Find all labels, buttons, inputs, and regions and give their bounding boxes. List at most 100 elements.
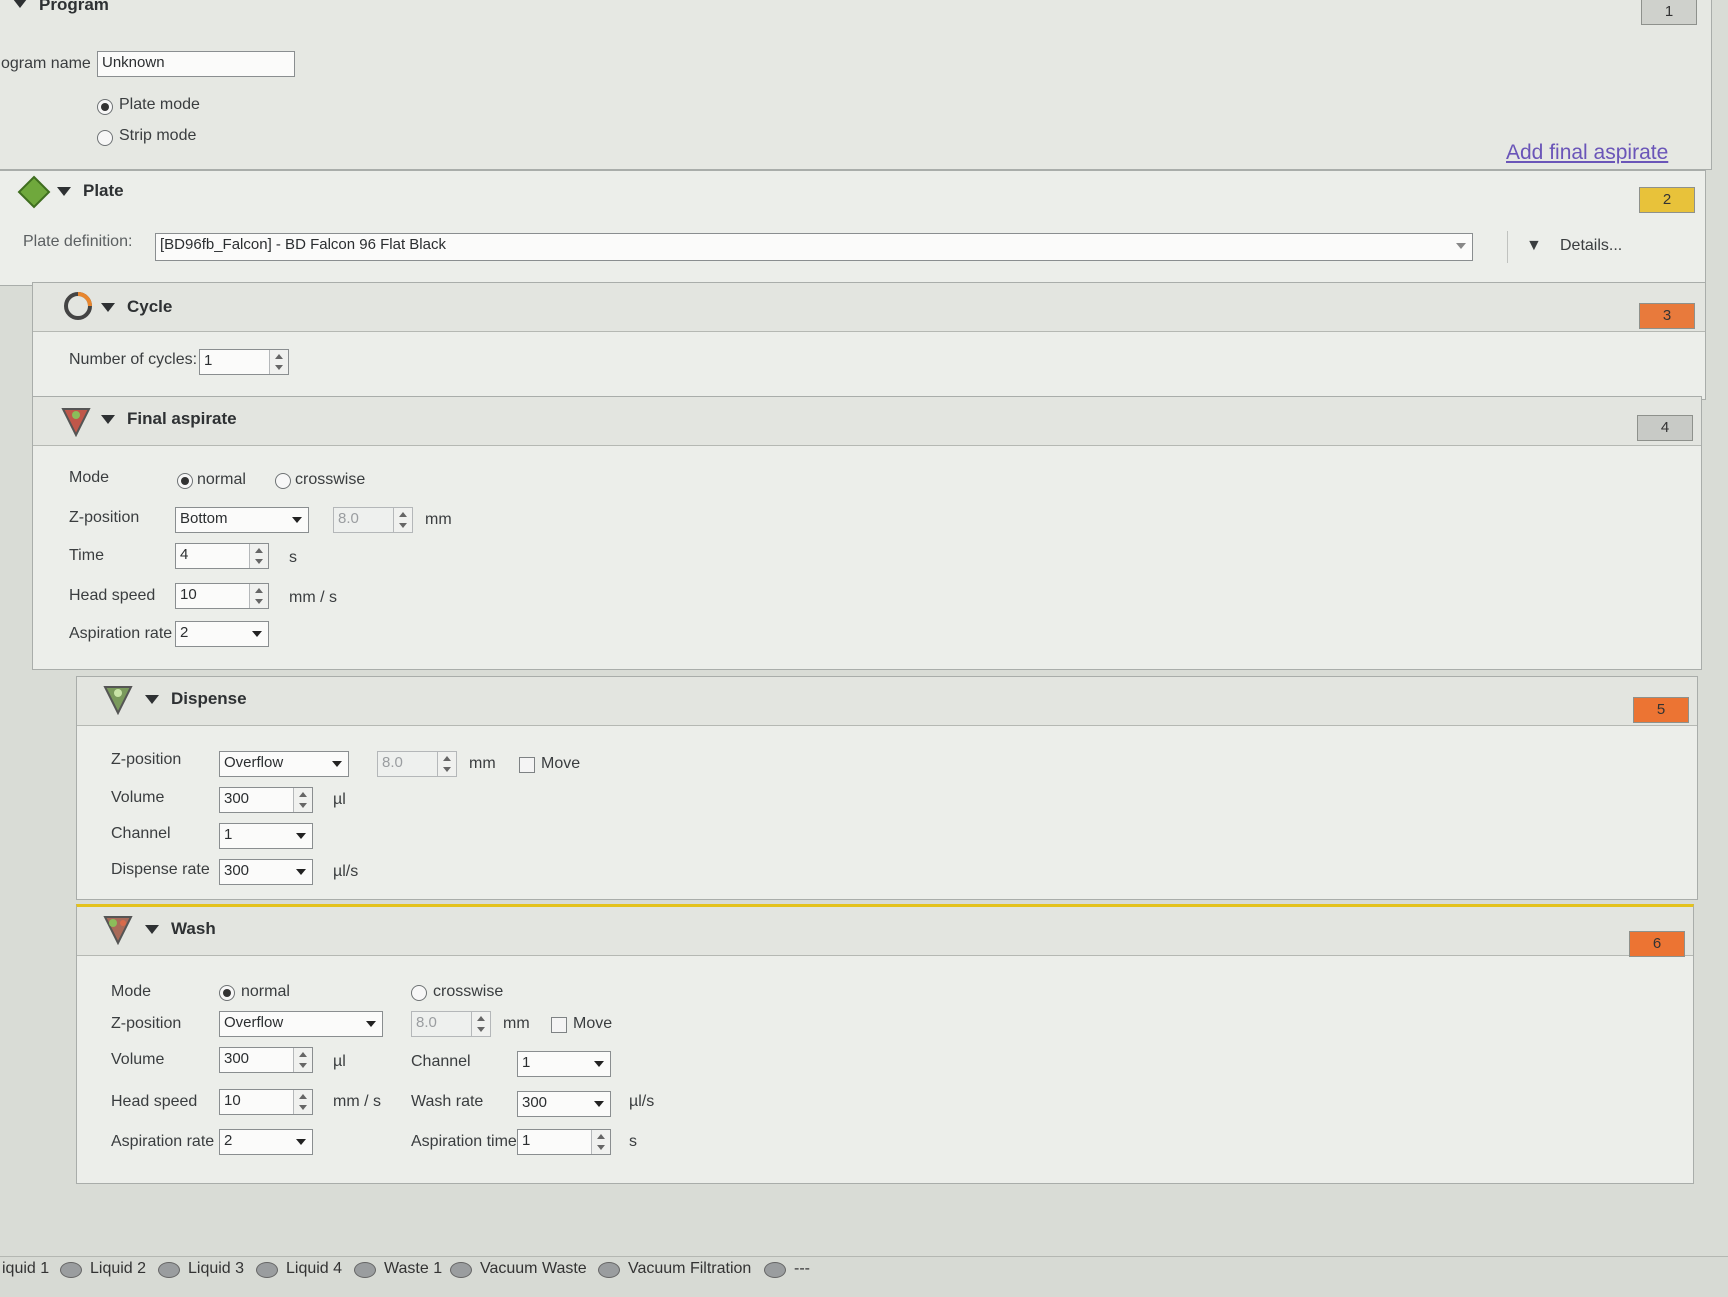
fa-zpos-select[interactable]: Bottom [175,507,309,533]
collapse-plate-icon[interactable] [57,187,71,196]
wash-crosswise-label[interactable]: crosswise [433,983,503,1001]
chevron-down-icon [366,1021,376,1027]
final-aspirate-header [33,397,1701,446]
wash-volume-spinner[interactable] [293,1048,312,1072]
disp-zpos-mm-input[interactable]: 8.0 [377,751,457,777]
fa-zpos-mm-value: 8.0 [338,510,359,527]
program-title: Program [39,0,109,14]
vacuum-waste-label[interactable]: Vacuum Waste [480,1260,587,1278]
fa-mode-label: Mode [69,469,110,486]
wash-badge: 6 [1629,931,1685,957]
wash-zpos-mm-value: 8.0 [416,1014,437,1031]
wash-zpos-mm-spinner[interactable] [471,1012,490,1036]
wash-channel-select[interactable]: 1 [517,1051,611,1077]
waste-1-icon[interactable] [354,1262,376,1278]
wash-volume-input[interactable]: 300 [219,1047,313,1073]
disp-move-checkbox[interactable] [519,757,535,773]
add-final-aspirate-link[interactable]: Add final aspirate [1506,141,1668,165]
plate-mode-radio[interactable] [97,99,113,115]
fa-crosswise-radio[interactable] [275,473,291,489]
disp-rate-select[interactable]: 300 [219,859,313,885]
disp-channel-select[interactable]: 1 [219,823,313,849]
wash-move-label[interactable]: Move [573,1015,612,1033]
wash-volume-unit: µl [333,1053,346,1070]
cycles-spinner[interactable] [269,350,288,374]
disp-volume-spinner[interactable] [293,788,312,812]
plate-definition-label: Plate definition: [23,233,133,250]
liquid-3-label[interactable]: Liquid 3 [188,1260,244,1278]
wash-asp-time-input[interactable]: 1 [517,1129,611,1155]
fa-speed-unit: mm / s [289,589,337,606]
liquid-4-icon[interactable] [256,1262,278,1278]
cycles-input[interactable]: 1 [199,349,289,375]
vacuum-filtration-icon[interactable] [598,1262,620,1278]
chevron-down-icon [296,869,306,875]
vacuum-waste-icon[interactable] [450,1262,472,1278]
wash-normal-radio[interactable] [219,985,235,1001]
collapse-dispense-icon[interactable] [145,695,159,704]
liquid-3-icon[interactable] [158,1262,180,1278]
wash-zpos-select[interactable]: Overflow [219,1011,383,1037]
fa-speed-input[interactable]: 10 [175,583,269,609]
wash-volume-value: 300 [224,1050,250,1067]
wash-icon [101,911,135,950]
liquid-2-icon[interactable] [60,1262,82,1278]
wash-crosswise-radio[interactable] [411,985,427,1001]
fa-zpos-mm-input[interactable]: 8.0 [333,507,413,533]
more-liquids-icon[interactable] [764,1262,786,1278]
strip-mode-radio[interactable] [97,130,113,146]
wash-rate-select[interactable]: 300 [517,1091,611,1117]
wash-channel-label: Channel [411,1053,471,1070]
wash-asp-rate-select[interactable]: 2 [219,1129,313,1155]
liquid-1-label[interactable]: iquid 1 [2,1260,49,1278]
fa-zpos-mm-spinner[interactable] [393,508,412,532]
chevron-down-icon [594,1101,604,1107]
fa-asp-rate-value: 2 [180,624,189,641]
disp-volume-input[interactable]: 300 [219,787,313,813]
collapse-cycle-icon[interactable] [101,303,115,312]
strip-mode-label[interactable]: Strip mode [119,127,196,145]
fa-normal-label[interactable]: normal [197,471,246,489]
fa-time-input[interactable]: 4 [175,543,269,569]
cycles-value: 1 [204,352,213,369]
collapse-final-aspirate-icon[interactable] [101,415,115,424]
program-badge: 1 [1641,0,1697,25]
liquid-4-label[interactable]: Liquid 4 [286,1260,342,1278]
cycle-badge: 3 [1639,303,1695,329]
wash-rate-label: Wash rate [411,1093,484,1110]
plate-mode-label[interactable]: Plate mode [119,96,200,114]
wash-asp-time-spinner[interactable] [591,1130,610,1154]
wash-zpos-mm-input[interactable]: 8.0 [411,1011,491,1037]
vacuum-filtration-label[interactable]: Vacuum Filtration [628,1260,751,1278]
disp-zpos-select[interactable]: Overflow [219,751,349,777]
fa-asp-rate-select[interactable]: 2 [175,621,269,647]
program-panel: Program 1 ogram name Unknown Plate mode … [0,0,1712,170]
disp-rate-value: 300 [224,862,250,879]
liquid-2-label[interactable]: Liquid 2 [90,1260,146,1278]
fa-speed-spinner[interactable] [249,584,268,608]
collapse-wash-icon[interactable] [145,925,159,934]
wash-mm-unit: mm [503,1015,530,1032]
cycles-label: Number of cycles: [69,351,198,368]
collapse-program-icon[interactable] [13,0,27,8]
wash-speed-spinner[interactable] [293,1090,312,1114]
disp-move-label[interactable]: Move [541,755,580,773]
waste-1-label[interactable]: Waste 1 [384,1260,442,1278]
more-liquids-label[interactable]: --- [794,1260,810,1278]
fa-normal-radio[interactable] [177,473,193,489]
disp-zpos-mm-spinner[interactable] [437,752,456,776]
program-name-input[interactable]: Unknown [97,51,295,77]
wash-mode-label: Mode [111,983,152,1000]
dispense-title: Dispense [171,689,247,708]
plate-definition-select[interactable]: [BD96fb_Falcon] - BD Falcon 96 Flat Blac… [155,233,1473,261]
fa-time-spinner[interactable] [249,544,268,568]
wash-normal-label[interactable]: normal [241,983,290,1001]
wash-speed-input[interactable]: 10 [219,1089,313,1115]
details-button[interactable]: ▼ Details... [1507,231,1656,263]
disp-volume-unit: µl [333,791,346,808]
fa-crosswise-label[interactable]: crosswise [295,471,365,489]
cycle-title: Cycle [127,297,173,316]
wash-move-checkbox[interactable] [551,1017,567,1033]
disp-volume-value: 300 [224,790,250,807]
final-aspirate-badge: 4 [1637,415,1693,441]
